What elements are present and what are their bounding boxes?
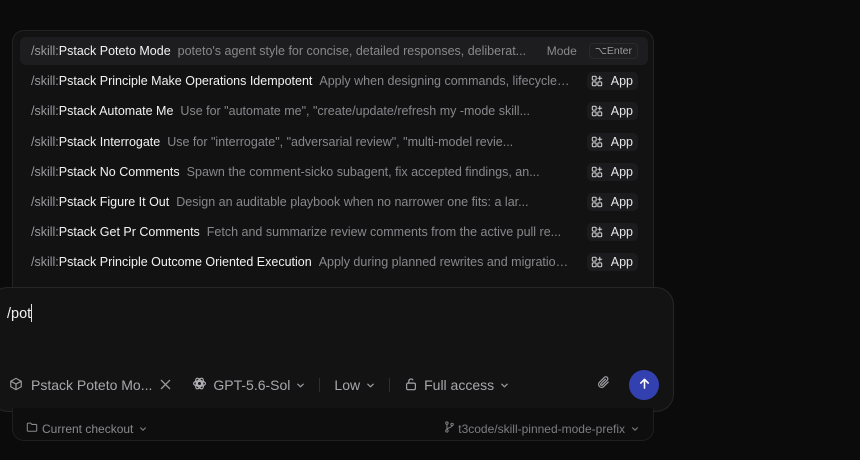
skill-name: Pstack Figure It Out	[58, 194, 170, 209]
skill-description: poteto's agent style for concise, detail…	[177, 44, 527, 58]
app-badge: App	[586, 102, 638, 121]
paperclip-icon[interactable]	[596, 375, 611, 393]
skill-prefix: /skill:	[31, 164, 59, 179]
skill-suggestion-meta: App	[586, 132, 638, 151]
prompt-input[interactable]	[7, 302, 647, 326]
model-selector-label: GPT-5.6-Sol	[213, 377, 291, 393]
skill-suggestion-item[interactable]: /skill: Pstack Figure It Out Design an aud…	[20, 188, 648, 216]
skill-suggestion-item[interactable]: /skill: Pstack Interrogate Use for "interr…	[20, 128, 648, 156]
send-button[interactable]	[629, 370, 659, 400]
skill-suggestion-item[interactable]: /skill: Pstack Principle Outcome Oriented…	[20, 248, 648, 276]
app-root: /skill: Pstack Poteto Mode poteto's agent …	[0, 0, 860, 460]
skill-name: Pstack Automate Me	[58, 104, 174, 119]
grid-plus-icon	[591, 75, 607, 87]
app-badge: App	[586, 162, 638, 181]
skill-name: Pstack No Comments	[58, 164, 180, 179]
app-badge: App	[586, 192, 638, 211]
cube-icon	[9, 377, 23, 394]
keyboard-shortcut: ⌥Enter	[588, 43, 638, 59]
skill-prefix: /skill:	[31, 194, 59, 209]
skill-description: Fetch and summarize review comments from…	[206, 225, 562, 240]
access-selector-label: Full access	[424, 377, 495, 393]
app-badge: App	[586, 132, 638, 151]
close-icon[interactable]	[160, 377, 171, 393]
grid-plus-icon	[591, 136, 607, 148]
skill-suggestion-meta: App	[586, 162, 638, 181]
skill-suggestion-item[interactable]: /skill: Pstack Get Pr Comments Fetch and s…	[20, 218, 648, 246]
app-badge-label: App	[610, 134, 633, 149]
skill-name: Pstack Get Pr Comments	[58, 225, 200, 240]
checkout-selector[interactable]: Current checkout	[26, 421, 147, 436]
skill-name: Pstack Poteto Mode	[58, 44, 171, 58]
skill-prefix: /skill:	[31, 134, 59, 149]
skill-description: Use for "interrogate", "adversarial revi…	[167, 134, 514, 149]
skill-description: Apply when designing commands, lifecycle…	[319, 74, 572, 89]
arrow-up-icon	[638, 377, 651, 393]
skill-description: Apply during planned rewrites and migrat…	[318, 255, 573, 270]
skill-description: Spawn the comment-sicko subagent, fix ac…	[186, 164, 540, 179]
app-badge-label: App	[610, 164, 633, 179]
git-branch-icon	[444, 421, 455, 436]
app-badge-label: App	[610, 74, 633, 89]
folder-icon	[26, 421, 38, 436]
skill-suggestion-item[interactable]: /skill: Pstack Principle Make Operations …	[20, 67, 648, 95]
grid-plus-icon	[591, 226, 607, 238]
unlock-icon	[404, 377, 418, 394]
app-badge-label: App	[610, 104, 633, 119]
skill-suggestions-panel: /skill: Pstack Poteto Mode poteto's agent …	[12, 30, 654, 320]
chevron-down-icon	[366, 377, 375, 393]
app-badge: App	[586, 253, 638, 272]
skill-name: Pstack Interrogate	[58, 134, 161, 149]
toolbar-divider	[389, 378, 391, 392]
skill-suggestion-meta: App	[586, 102, 638, 121]
skill-suggestion-meta: App	[586, 72, 638, 91]
reasoning-selector-label: Low	[334, 377, 361, 393]
reasoning-selector[interactable]: Low	[334, 377, 375, 393]
skill-suggestion-meta: App	[586, 192, 638, 211]
chevron-down-icon	[139, 422, 147, 436]
app-badge-label: App	[610, 194, 633, 209]
chevron-down-icon	[500, 377, 509, 393]
access-selector[interactable]: Full access	[404, 377, 509, 394]
skill-suggestion-item[interactable]: /skill: Pstack Poteto Mode poteto's agent …	[20, 37, 648, 65]
skill-suggestion-meta: App	[586, 223, 638, 242]
text-caret	[31, 304, 32, 322]
app-badge: App	[586, 223, 638, 242]
app-badge: App	[586, 72, 638, 91]
grid-plus-icon	[591, 196, 607, 208]
skill-suggestion-meta: Mode ⌥Enter	[547, 43, 638, 59]
branch-selector[interactable]: t3code/skill-pinned-mode-prefix	[444, 421, 639, 436]
grid-plus-icon	[591, 256, 607, 268]
skill-description: Design an auditable playbook when no nar…	[176, 194, 529, 209]
composer-toolbar: Pstack Poteto Mo... GPT-5.6-Sol Low Full…	[9, 370, 659, 400]
model-selector[interactable]: GPT-5.6-Sol	[192, 376, 305, 394]
composer-footer: Current checkout t3code/skill-pinned-mod…	[12, 408, 654, 441]
skill-chip[interactable]: Pstack Poteto Mo...	[9, 377, 171, 394]
skill-name: Pstack Principle Make Operations Idempot…	[58, 74, 313, 89]
checkout-label: Current checkout	[42, 421, 134, 436]
grid-plus-icon	[591, 105, 607, 117]
chevron-down-icon	[631, 422, 639, 436]
skill-prefix: /skill:	[31, 225, 59, 240]
skill-prefix: /skill:	[31, 74, 59, 89]
skill-prefix: /skill:	[31, 255, 59, 270]
skill-suggestions-list: /skill: Pstack Poteto Mode poteto's agent …	[20, 37, 648, 279]
skill-prefix: /skill:	[31, 44, 59, 58]
skill-suggestion-item[interactable]: /skill: Pstack No Comments Spawn the comme…	[20, 158, 648, 186]
skill-name: Pstack Principle Outcome Oriented Execut…	[58, 255, 312, 270]
composer: Pstack Poteto Mo...	[0, 287, 674, 412]
skill-suggestion-item[interactable]: /skill: Pstack Automate Me Use for "automa…	[20, 97, 648, 125]
chevron-down-icon	[296, 377, 305, 393]
app-badge-label: App	[610, 255, 633, 270]
skill-chip-label: Pstack Poteto Mo...	[31, 377, 153, 393]
skill-prefix: /skill:	[31, 104, 59, 119]
branch-label: t3code/skill-pinned-mode-prefix	[458, 421, 625, 436]
skill-description: Use for "automate me", "create/update/re…	[180, 104, 530, 119]
app-badge-label: App	[610, 225, 633, 240]
skill-suggestion-meta: App	[586, 253, 638, 272]
toolbar-divider	[319, 378, 321, 392]
openai-icon	[192, 376, 207, 394]
grid-plus-icon	[591, 166, 607, 178]
mode-label: Mode	[546, 44, 577, 58]
